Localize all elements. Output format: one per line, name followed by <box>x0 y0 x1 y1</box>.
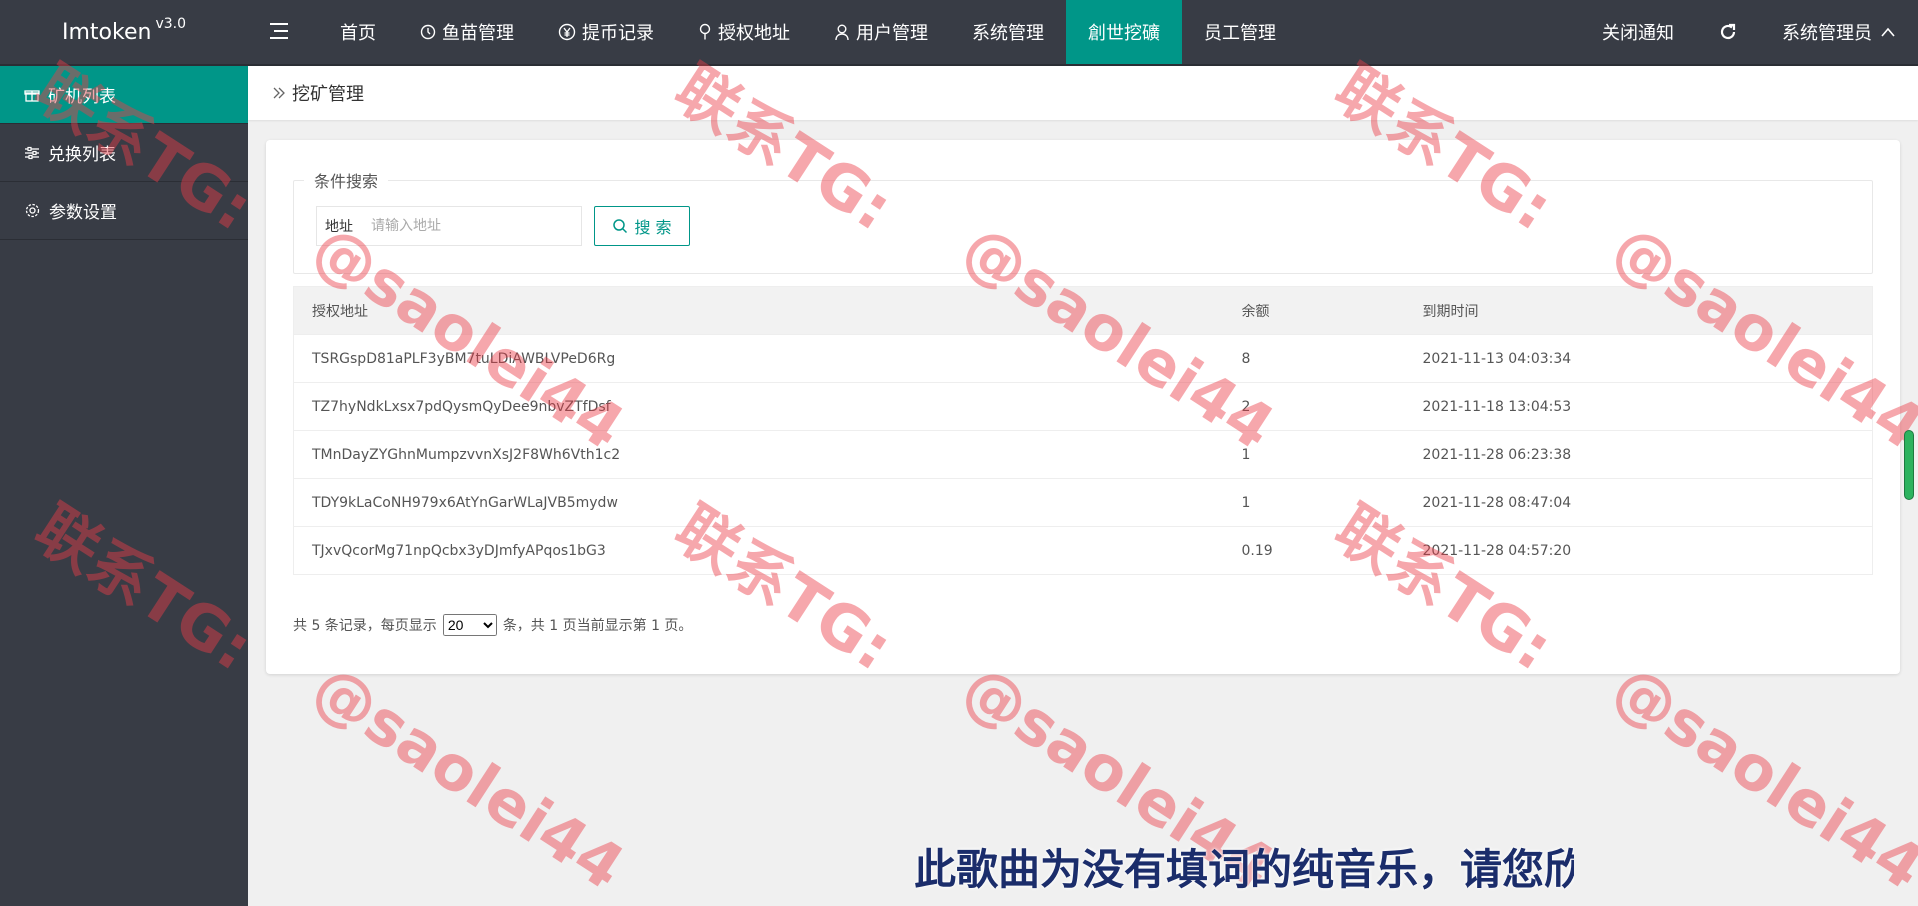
pagination: 共 5 条记录，每页显示 20 条，共 1 页当前显示第 1 页。 <box>293 614 692 636</box>
cell-balance: 2 <box>1223 382 1405 431</box>
breadcrumb: 挖矿管理 <box>248 66 1918 120</box>
header-balance: 余额 <box>1223 286 1405 335</box>
close-notice-button[interactable]: 关闭通知 <box>1580 0 1696 64</box>
header-address: 授权地址 <box>293 286 1224 335</box>
gear-icon <box>25 203 40 218</box>
sidebar: 矿机列表 兑换列表 参数设置 <box>0 66 248 906</box>
nav-withdraw-records[interactable]: 提币记录 <box>536 0 676 64</box>
sidebar-item-exchange-list[interactable]: 兑换列表 <box>0 124 248 182</box>
watermark: @saolei44 <box>1600 650 1918 905</box>
nav-genesis-mining[interactable]: 創世挖礦 <box>1066 0 1182 64</box>
lyrics-subtitle: 此歌曲为没有填词的纯音乐，请您欣 <box>914 845 1574 894</box>
sliders-icon <box>25 146 39 159</box>
nav-system-management[interactable]: 系统管理 <box>950 0 1066 64</box>
main-nav: 首页 鱼苗管理 提币记录 授权地址 用户管理 系统管理 創世挖礦 员工管理 <box>318 0 1298 64</box>
double-chevron-right-icon <box>273 87 285 99</box>
search-icon <box>613 219 628 234</box>
nav-authorized-addresses[interactable]: 授权地址 <box>676 0 812 64</box>
yen-icon <box>558 23 576 41</box>
cell-balance: 1 <box>1223 478 1405 527</box>
nav-fry-management[interactable]: 鱼苗管理 <box>398 0 536 64</box>
nav-user-management[interactable]: 用户管理 <box>812 0 950 64</box>
header-expiry: 到期时间 <box>1404 286 1873 335</box>
admin-menu[interactable]: 系统管理员 <box>1760 0 1918 64</box>
cell-address: TDY9kLaCoNH979x6AtYnGarWLaJVB5mydw <box>293 478 1224 527</box>
pager-summary: 共 5 条记录，每页显示 <box>293 618 437 634</box>
cell-balance: 1 <box>1223 430 1405 479</box>
pager-info: 条，共 1 页当前显示第 1 页。 <box>502 618 693 634</box>
app-version: v3.0 <box>155 16 186 32</box>
address-search-input[interactable] <box>371 208 581 244</box>
main-card: 条件搜索 地址 搜 索 授权地址 余额 到期时间 TSRGspD81aPLF3y… <box>266 140 1900 674</box>
table-row: TSRGspD81aPLF3yBM7tuLDiAWBLVPeD6Rg 8 202… <box>293 334 1873 383</box>
cell-address: TZ7hyNdkLxsx7pdQysmQyDee9nbvZTfDsf <box>293 382 1224 431</box>
menu-toggle-icon[interactable] <box>268 20 292 44</box>
watermark: @saolei44 <box>300 650 638 905</box>
scroll-indicator[interactable] <box>1904 430 1914 500</box>
table-header-row: 授权地址 余额 到期时间 <box>293 286 1873 335</box>
cell-expiry: 2021-11-13 04:03:34 <box>1404 334 1873 383</box>
search-legend: 条件搜索 <box>304 168 389 192</box>
cell-expiry: 2021-11-28 04:57:20 <box>1404 526 1873 575</box>
app-logo: Imtoken v3.0 <box>0 0 248 64</box>
sidebar-item-miner-list[interactable]: 矿机列表 <box>0 66 248 124</box>
refresh-icon <box>1720 23 1736 40</box>
cell-balance: 0.19 <box>1223 526 1405 575</box>
cell-expiry: 2021-11-28 08:47:04 <box>1404 478 1873 527</box>
cell-address: TMnDayZYGhnMumpzvvnXsJ2F8Wh6Vth1c2 <box>293 430 1224 479</box>
cell-expiry: 2021-11-28 06:23:38 <box>1404 430 1873 479</box>
cell-address: TJxvQcorMg71npQcbx3yDJmfyAPqos1bG3 <box>293 526 1224 575</box>
timer-icon <box>420 24 436 40</box>
app-name: Imtoken <box>61 19 152 45</box>
nav-right: 关闭通知 系统管理员 <box>1580 0 1918 64</box>
location-icon <box>699 23 711 40</box>
table-row: TJxvQcorMg71npQcbx3yDJmfyAPqos1bG3 0.19 … <box>293 526 1873 575</box>
cell-address: TSRGspD81aPLF3yBM7tuLDiAWBLVPeD6Rg <box>293 334 1224 383</box>
page-size-select[interactable]: 20 <box>442 614 497 636</box>
search-button[interactable]: 搜 索 <box>594 206 690 246</box>
table-row: TMnDayZYGhnMumpzvvnXsJ2F8Wh6Vth1c2 1 202… <box>293 430 1873 479</box>
mining-table: 授权地址 余额 到期时间 TSRGspD81aPLF3yBM7tuLDiAWBL… <box>293 286 1873 575</box>
gift-icon <box>24 89 40 102</box>
chevron-up-icon <box>1881 27 1895 37</box>
cell-expiry: 2021-11-18 13:04:53 <box>1404 382 1873 431</box>
breadcrumb-current: 挖矿管理 <box>292 84 364 105</box>
nav-home[interactable]: 首页 <box>318 0 398 64</box>
top-bar: Imtoken v3.0 首页 鱼苗管理 提币记录 授权地址 用户管理 系统管理 … <box>0 0 1918 66</box>
table-row: TZ7hyNdkLxsx7pdQysmQyDee9nbvZTfDsf 2 202… <box>293 382 1873 431</box>
user-icon <box>835 24 849 41</box>
cell-balance: 8 <box>1223 334 1405 383</box>
table-row: TDY9kLaCoNH979x6AtYnGarWLaJVB5mydw 1 202… <box>293 478 1873 527</box>
address-label: 地址 <box>325 219 353 235</box>
refresh-button[interactable] <box>1696 0 1760 64</box>
sidebar-item-parameter-settings[interactable]: 参数设置 <box>0 182 248 240</box>
nav-staff-management[interactable]: 员工管理 <box>1182 0 1298 64</box>
address-input-wrap: 地址 <box>316 206 582 246</box>
